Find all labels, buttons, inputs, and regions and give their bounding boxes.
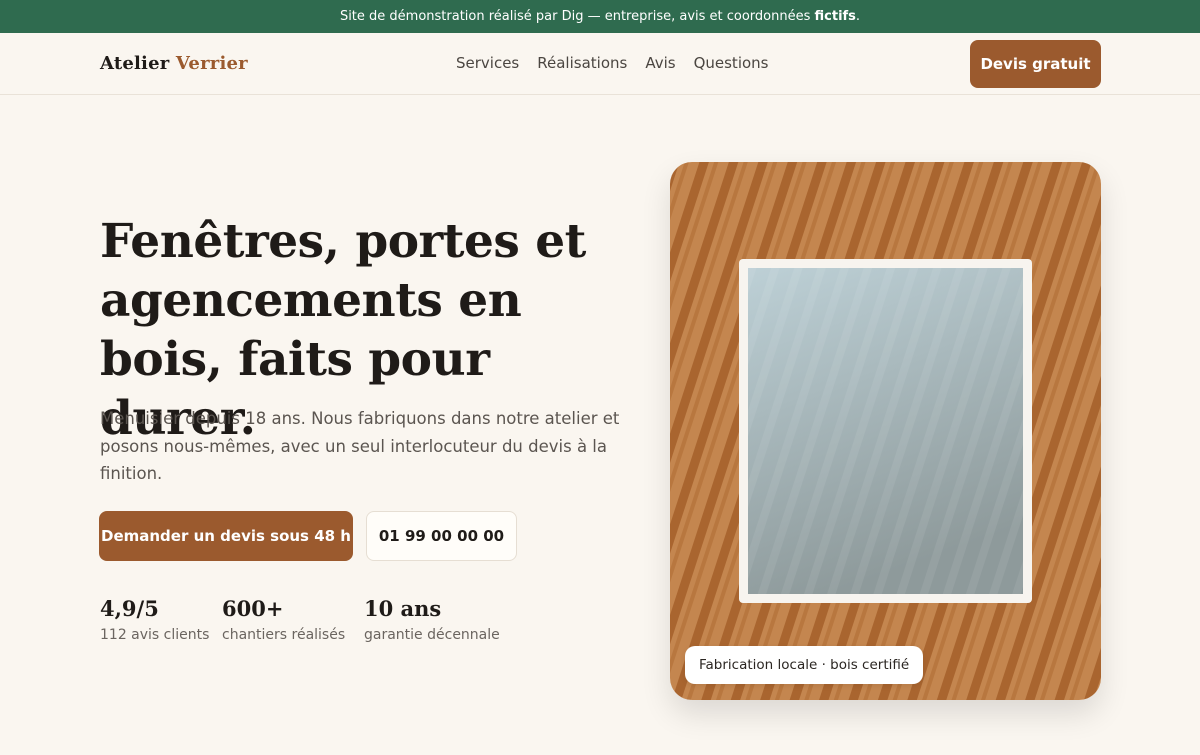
stat-projects-value: 600+ — [222, 596, 284, 621]
phone-button[interactable]: 01 99 00 00 00 — [366, 511, 517, 561]
free-quote-button[interactable]: Devis gratuit — [970, 40, 1101, 88]
stat-projects-label: chantiers réalisés — [222, 627, 346, 643]
window-glass — [748, 268, 1023, 594]
demo-banner: Site de démonstration réalisé par Dig — … — [0, 0, 1200, 33]
stat-warranty-value: 10 ans — [364, 596, 442, 621]
nav-item-avis[interactable]: Avis — [645, 54, 675, 72]
stat-projects: 600+ chantiers réalisés — [222, 596, 345, 643]
stat-warranty: 10 ans garantie décennale — [364, 596, 500, 643]
brand-name-part2: Verrier — [175, 53, 248, 74]
glass-reflection — [748, 268, 1023, 594]
nav-item-realisations[interactable]: Réalisations — [537, 54, 627, 72]
stat-rating-value: 4,9/5 — [100, 596, 159, 621]
stat-warranty-label: garantie décennale — [364, 627, 500, 643]
hero-visual: Fabrication locale · bois certifié — [670, 162, 1101, 700]
site-header: Atelier Verrier Services Réalisations Av… — [0, 33, 1200, 95]
window-frame — [739, 259, 1032, 603]
main-nav: Services Réalisations Avis Questions — [456, 54, 768, 72]
nav-item-services[interactable]: Services — [456, 54, 519, 72]
request-quote-button[interactable]: Demander un devis sous 48 h — [99, 511, 353, 561]
demo-banner-suffix: . — [855, 9, 861, 24]
stat-rating: 4,9/5 112 avis clients — [100, 596, 209, 643]
nav-item-questions[interactable]: Questions — [694, 54, 769, 72]
brand-logo[interactable]: Atelier Verrier — [100, 53, 248, 74]
demo-banner-text: Site de démonstration réalisé par Dig — … — [339, 9, 815, 24]
brand-name-part1: Atelier — [100, 53, 170, 74]
hero-description: Menuisier depuis 18 ans. Nous fabriquons… — [100, 409, 620, 483]
stat-rating-label: 112 avis clients — [100, 627, 210, 643]
demo-banner-strong: fictifs — [814, 9, 856, 24]
visual-caption: Fabrication locale · bois certifié — [685, 646, 924, 684]
